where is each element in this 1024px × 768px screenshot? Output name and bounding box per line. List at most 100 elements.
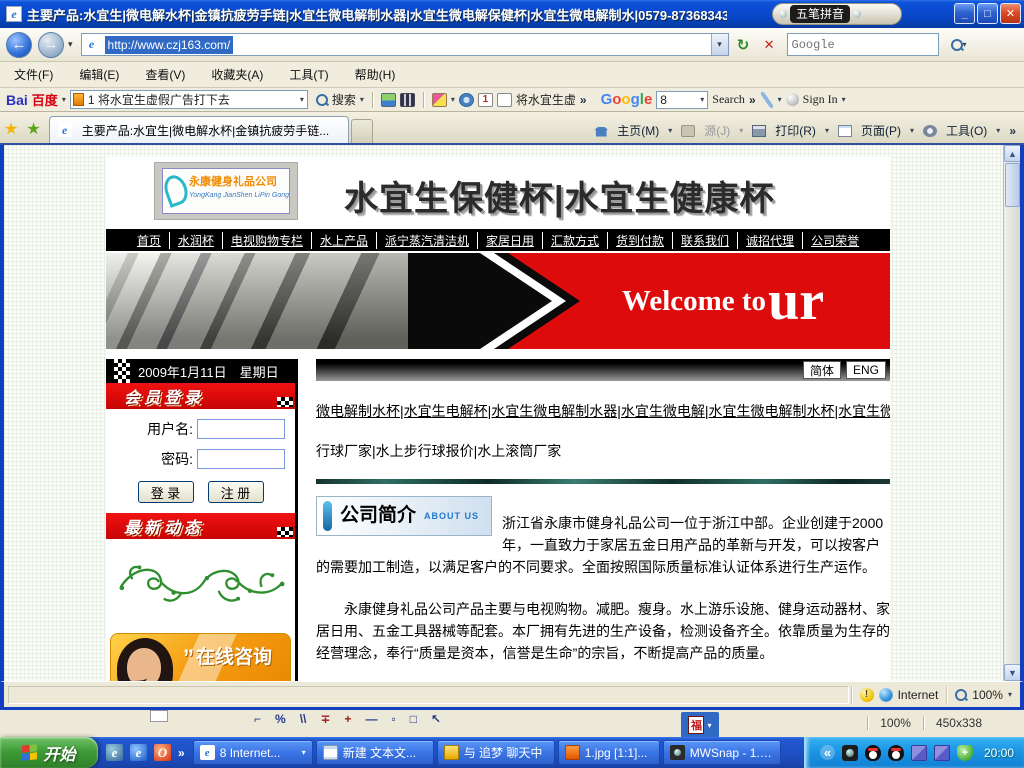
tools-button[interactable]: 工具(O) — [946, 122, 987, 139]
start-label[interactable]: 开始 — [43, 741, 75, 765]
snap-tool-icon[interactable]: — — [365, 712, 377, 726]
baidu-logo-cn[interactable]: 百度 — [32, 90, 58, 109]
nav-shuirunbei[interactable]: 水润杯 — [169, 232, 222, 249]
snap-tool-icon[interactable]: ↖ — [431, 712, 441, 726]
task-image-viewer[interactable]: 1.jpg [1:1]... — [558, 740, 660, 765]
tray-qq-icon-2[interactable] — [888, 745, 904, 761]
print-dropdown[interactable]: ▾ — [825, 126, 829, 135]
zoom-dropdown[interactable]: ▾ — [1008, 690, 1012, 699]
minimize-button[interactable]: _ — [954, 3, 975, 24]
menu-favorites[interactable]: 收藏夹(A) — [211, 66, 263, 83]
snap-tool-icon[interactable]: ▫ — [391, 712, 395, 726]
menu-edit[interactable]: 编辑(E) — [79, 66, 119, 83]
page-icon-cmd[interactable] — [838, 125, 852, 137]
tools-dropdown[interactable]: ▾ — [996, 126, 1000, 135]
tab-active[interactable]: e 主要产品:水宜生|微电解水杯|金镇抗疲劳手链... — [49, 116, 349, 143]
task-label[interactable]: 1.jpg [1:1]... — [585, 746, 648, 760]
ime-label[interactable]: 五笔拼音 — [790, 5, 850, 23]
language-tray-indicator[interactable]: 福 ▾ — [681, 712, 719, 738]
google-combo-text[interactable]: 8 — [660, 93, 667, 107]
tab-title[interactable]: 主要产品:水宜生|微电解水杯|金镇抗疲劳手链... — [82, 122, 330, 139]
baidu-search-button[interactable]: 搜索 — [332, 91, 356, 108]
keyword-links-row2[interactable]: 行球厂家|水上步行球报价|水上滚筒厂家 — [316, 441, 890, 461]
close-button[interactable]: ✕ — [1000, 3, 1021, 24]
highlighter-icon[interactable] — [432, 93, 447, 107]
register-button[interactable]: 注 册 — [208, 481, 264, 503]
google-search-combo[interactable]: 8 ▾ — [656, 91, 708, 109]
zoom-control[interactable]: 100% ▾ — [946, 686, 1020, 704]
quicklaunch-overflow[interactable]: » — [178, 746, 185, 760]
login-button[interactable]: 登 录 — [138, 481, 194, 503]
tray-collapse-chevron[interactable]: « — [820, 745, 835, 760]
task-mwsnap[interactable]: MWSnap - 1.jpg — [663, 740, 781, 765]
search-box[interactable] — [787, 33, 939, 56]
new-tab-button[interactable] — [351, 119, 373, 143]
nav-agents[interactable]: 诚招代理 — [737, 232, 802, 249]
search-input[interactable] — [788, 38, 938, 52]
warning-icon[interactable]: ! — [860, 688, 874, 702]
vertical-scrollbar[interactable]: ▲ ▼ — [1003, 145, 1020, 681]
ime-toolbar[interactable]: 五笔拼音 — [772, 3, 902, 25]
baidu-logo[interactable]: Bai — [6, 92, 28, 108]
stamp-icon-2[interactable] — [497, 93, 512, 107]
site-logo[interactable]: 永康健身礼品公司 YongKang JianShen LiPin GongSi — [154, 162, 298, 220]
keyword-links-row1[interactable]: 微电解制水杯|水宜生电解杯|水宜生微电解制水器|水宜生微电解|水宜生微电解制水杯… — [316, 401, 890, 421]
forward-button[interactable]: → — [38, 32, 64, 58]
search-go-button[interactable]: ▾ — [942, 33, 976, 56]
tray-camera-icon[interactable] — [842, 745, 858, 761]
snap-tool-icon[interactable]: \\ — [300, 712, 307, 726]
menu-file[interactable]: 文件(F) — [14, 66, 53, 83]
nav-home[interactable]: 首页 — [129, 232, 169, 249]
baidu-search-dropdown[interactable]: ▾ — [360, 95, 364, 104]
home-icon[interactable] — [594, 125, 608, 137]
add-favorite-icon[interactable]: ★ — [26, 117, 40, 143]
stamp-icon-1[interactable]: 1 — [478, 93, 493, 107]
suggest-text[interactable]: 将水宜生虚 — [516, 91, 576, 108]
task-ie-group[interactable]: e 8 Internet... ▾ — [193, 740, 313, 765]
nav-payment[interactable]: 汇款方式 — [542, 232, 607, 249]
snap-tool-icon[interactable]: % — [275, 712, 286, 726]
google-overflow-chevron[interactable]: » — [749, 93, 756, 107]
sign-in-button[interactable]: Sign In — [803, 92, 838, 107]
baidu-combo-text[interactable]: 1 将水宜生虚假广告打下去 — [88, 91, 296, 108]
baidu-logo-dropdown[interactable]: ▾ — [62, 95, 66, 104]
baidu-overflow-chevron[interactable]: » — [580, 93, 587, 107]
quicklaunch-browser-icon[interactable]: e — [106, 744, 123, 761]
quicklaunch-opera-icon[interactable]: O — [154, 744, 171, 761]
image-search-icon[interactable] — [381, 93, 396, 107]
username-input[interactable] — [197, 419, 285, 439]
page-dropdown[interactable]: ▾ — [910, 126, 914, 135]
page-button[interactable]: 页面(P) — [861, 122, 901, 139]
maximize-button[interactable]: □ — [977, 3, 998, 24]
baidu-search-combo[interactable]: 1 将水宜生虚假广告打下去 ▾ — [70, 90, 308, 109]
tray-clock[interactable]: 20:00 — [984, 746, 1014, 760]
tray-network-icon-2[interactable] — [934, 745, 950, 761]
home-dropdown[interactable]: ▾ — [668, 126, 672, 135]
consult-title-row[interactable]: ”在线咨询 — [183, 642, 284, 671]
ime-options-icon[interactable] — [853, 10, 861, 18]
google-search-button[interactable]: Search — [712, 92, 745, 107]
wrench-icon[interactable] — [759, 91, 775, 107]
back-button[interactable]: ← — [6, 32, 32, 58]
wrench-dropdown[interactable]: ▾ — [778, 95, 782, 104]
highlighter-dropdown[interactable]: ▾ — [451, 95, 455, 104]
menu-tools[interactable]: 工具(T) — [289, 66, 328, 83]
task-label[interactable]: 与 追梦 聊天中 — [464, 744, 543, 761]
nav-household[interactable]: 家居日用 — [477, 232, 542, 249]
snap-tool-icon[interactable]: ∓ — [320, 712, 330, 726]
print-icon[interactable] — [752, 125, 766, 137]
nav-steam-cleaner[interactable]: 派宁蒸汽清洁机 — [376, 232, 477, 249]
menu-help[interactable]: 帮助(H) — [355, 66, 396, 83]
home-button[interactable]: 主页(M) — [617, 122, 659, 139]
lang-english-button[interactable]: ENG — [846, 361, 886, 379]
task-label[interactable]: 8 Internet... — [220, 746, 281, 760]
stamp-seal-icon[interactable]: 福 — [688, 716, 704, 734]
address-dropdown[interactable]: ▾ — [711, 34, 728, 55]
address-url[interactable]: http://www.czj163.com/ — [105, 36, 234, 54]
scroll-down-button[interactable]: ▼ — [1004, 664, 1021, 681]
tray-qq-icon[interactable] — [865, 745, 881, 761]
snap-tool-icon[interactable]: □ — [410, 712, 417, 726]
refresh-button[interactable]: ↻ — [732, 33, 755, 56]
menu-view[interactable]: 查看(V) — [145, 66, 185, 83]
ime-mode-icon[interactable] — [779, 10, 787, 18]
